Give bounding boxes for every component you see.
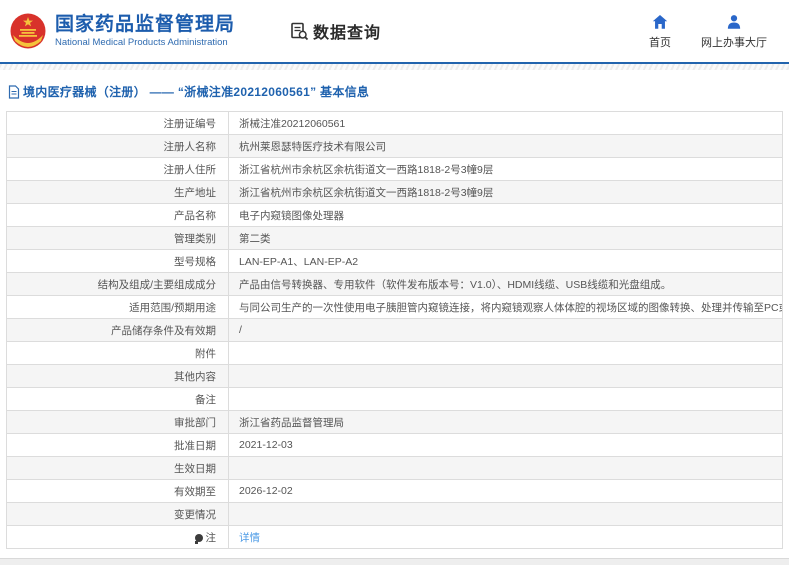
table-row: 注册人名称 杭州莱恩瑟特医疗技术有限公司 [6,134,783,158]
table-row: 型号规格 LAN-EP-A1、LAN-EP-A2 [6,249,783,273]
breadcrumb: 境内医疗器械（注册） —— “浙械注准20212060561” 基本信息 [0,70,789,111]
row-label: 注册人名称 [6,134,229,158]
table-row: 管理类别 第二类 [6,226,783,250]
row-label: 附件 [6,341,229,365]
data-query-label: 数据查询 [313,25,382,42]
table-row: 适用范围/预期用途 与同公司生产的一次性使用电子胰胆管内窥镜连接，将内窥镜观察人体… [6,295,783,319]
row-label: 注 [6,525,229,549]
info-table: 注册证编号 浙械注准20212060561 注册人名称 杭州莱恩瑟特医疗技术有限公司注… [6,111,783,549]
table-row: 有效期至 2026-12-02 [6,479,783,503]
row-value: / [228,318,783,342]
table-row: 结构及组成/主要组成成分 产品由信号转换器、专用软件（软件发布版本号：V1.0）、… [6,272,783,296]
brand[interactable]: 国家药品监督管理局 National Medical Products Admi… [8,11,235,51]
table-row: 注册证编号 浙械注准20212060561 [6,111,783,135]
row-label: 其他内容 [6,364,229,388]
footer-strip [0,558,789,565]
row-value: 浙江省杭州市余杭区余杭街道文一西路1818-2号3幢9层 [228,157,783,181]
agency-name-cn: 国家药品监督管理局 [55,13,236,35]
header-nav: 首页 网上办事大厅 [649,13,767,50]
row-value: 浙械注准20212060561 [228,111,783,135]
table-row: 变更情况 [6,502,783,526]
doc-magnifier-icon [291,22,309,40]
row-label: 审批部门 [6,410,229,434]
row-value: 浙江省药品监督管理局 [228,410,783,434]
nav-service-hall[interactable]: 网上办事大厅 [701,13,767,50]
info-table-body: 注册证编号 浙械注准20212060561 注册人名称 杭州莱恩瑟特医疗技术有限公司注… [6,111,783,549]
page: 国家药品监督管理局 National Medical Products Admi… [0,0,789,565]
breadcrumb-text: 境内医疗器械（注册） —— “浙械注准20212060561” 基本信息 [23,85,370,99]
table-row: 产品储存条件及有效期 / [6,318,783,342]
row-value [228,456,783,480]
row-label: 生效日期 [6,456,229,480]
table-row: 批准日期 2021-12-03 [6,433,783,457]
row-value: 产品由信号转换器、专用软件（软件发布版本号：V1.0）、HDMI线缆、USB线缆… [228,272,783,296]
row-value: LAN-EP-A1、LAN-EP-A2 [228,249,783,273]
row-label: 注册证编号 [6,111,229,135]
table-row: 备注 [6,387,783,411]
table-row: 生产地址 浙江省杭州市余杭区余杭街道文一西路1818-2号3幢9层 [6,180,783,204]
table-row: 注详情 [6,525,783,549]
row-value: 2026-12-02 [228,479,783,503]
row-label: 批准日期 [6,433,229,457]
row-value: 与同公司生产的一次性使用电子胰胆管内窥镜连接，将内窥镜观察人体体腔的视场区域的图… [228,295,783,319]
row-label: 有效期至 [6,479,229,503]
row-value: 电子内窥镜图像处理器 [228,203,783,227]
row-value [228,341,783,365]
document-icon [8,84,20,99]
row-label: 备注 [6,387,229,411]
table-row: 生效日期 [6,456,783,480]
detail-link[interactable]: 详情 [239,532,260,544]
row-label: 型号规格 [6,249,229,273]
row-value: 杭州莱恩瑟特医疗技术有限公司 [228,134,783,158]
national-emblem-logo [10,13,46,49]
table-row: 产品名称 电子内窥镜图像处理器 [6,203,783,227]
row-value: 第二类 [228,226,783,250]
brand-text: 国家药品监督管理局 National Medical Products Admi… [55,14,235,49]
user-icon [727,14,741,29]
table-row: 审批部门 浙江省药品监督管理局 [6,410,783,434]
row-value: 详情 [228,525,783,549]
row-label: 适用范围/预期用途 [6,295,229,319]
row-label: 结构及组成/主要组成成分 [6,272,229,296]
row-value [228,502,783,526]
table-row: 其他内容 [6,364,783,388]
row-value: 浙江省杭州市余杭区余杭街道文一西路1818-2号3幢9层 [228,180,783,204]
nav-home[interactable]: 首页 [649,13,671,50]
table-row: 注册人住所 浙江省杭州市余杭区余杭街道文一西路1818-2号3幢9层 [6,157,783,181]
row-label: 变更情况 [6,502,229,526]
row-label: 注册人住所 [6,157,229,181]
note-pin-icon [194,533,203,544]
row-value [228,364,783,388]
nav-home-label: 首页 [649,36,671,49]
row-value: 2021-12-03 [228,433,783,457]
row-label: 产品名称 [6,203,229,227]
site-header: 国家药品监督管理局 National Medical Products Admi… [0,0,789,62]
row-label: 管理类别 [6,226,229,250]
data-query-title: 数据查询 [290,19,381,43]
row-label: 生产地址 [6,180,229,204]
row-value [228,387,783,411]
home-icon [652,14,668,29]
row-label: 产品储存条件及有效期 [6,318,229,342]
agency-name-en: National Medical Products Administration [55,37,228,49]
table-row: 附件 [6,341,783,365]
nav-service-hall-label: 网上办事大厅 [701,36,767,49]
